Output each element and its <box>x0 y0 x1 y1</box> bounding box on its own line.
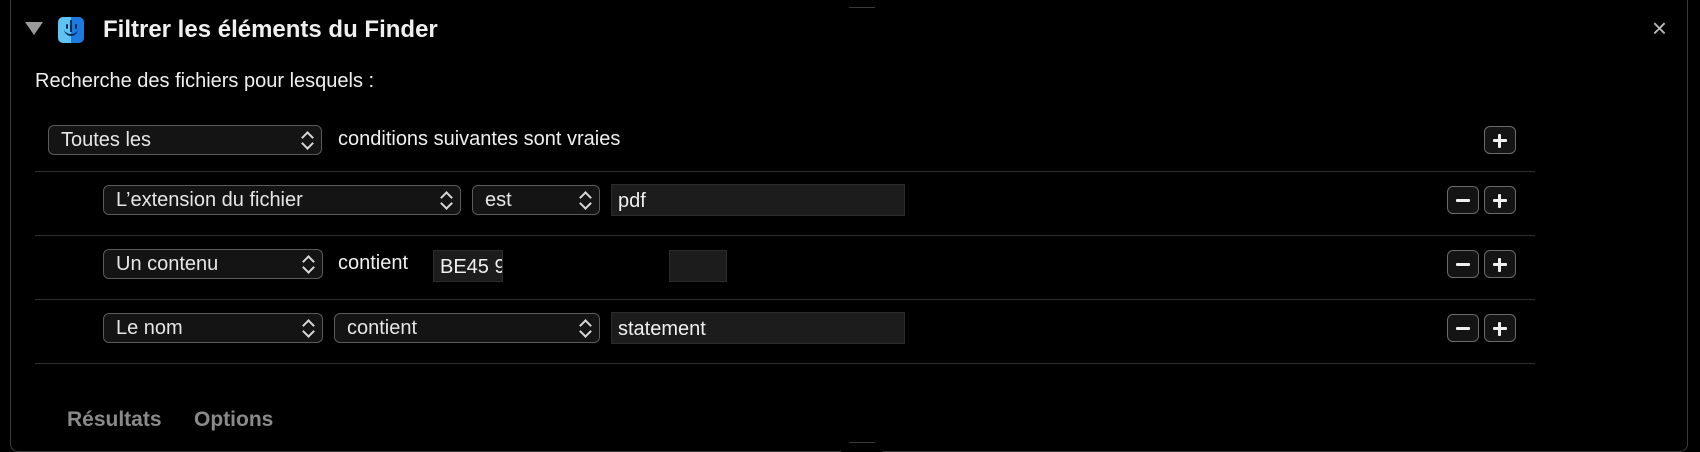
operator-value: est <box>485 189 512 211</box>
quantifier-value: Toutes les <box>61 129 152 151</box>
tab-options[interactable]: Options <box>194 408 273 432</box>
attribute-value: Le nom <box>116 317 183 339</box>
add-condition-button[interactable] <box>1484 186 1516 214</box>
operator-value: contient <box>347 317 418 339</box>
chevron-updown-icon <box>440 191 452 209</box>
match-suffix: conditions suivantes sont vraies <box>338 128 621 150</box>
close-icon[interactable]: × <box>1652 15 1667 41</box>
condition-value-field[interactable]: pdf <box>611 184 905 216</box>
condition-row: Un contenu contient BE45 9 <box>35 236 1535 300</box>
search-description: Recherche des fichiers pour lesquels : <box>35 70 375 92</box>
action-panel: Filtrer les éléments du Finder × Recherc… <box>10 0 1688 452</box>
operator-label: contient <box>338 252 409 274</box>
attribute-popup[interactable]: L’extension du fichier <box>103 185 461 215</box>
condition-value-field[interactable]: BE45 9 <box>433 250 503 282</box>
operator-popup[interactable]: est <box>472 185 600 215</box>
condition-value-field[interactable]: statement <box>611 312 905 344</box>
chevron-updown-icon <box>302 319 314 337</box>
disclosure-triangle-icon[interactable] <box>25 22 43 35</box>
chevron-updown-icon <box>579 191 591 209</box>
operator-popup[interactable]: contient <box>334 313 600 343</box>
condition-value-field-secondary[interactable] <box>669 250 727 282</box>
attribute-value: Un contenu <box>116 253 219 275</box>
add-condition-button[interactable] <box>1484 314 1516 342</box>
attribute-value: L’extension du fichier <box>116 189 303 211</box>
finder-icon <box>58 17 84 43</box>
add-condition-button[interactable] <box>1484 250 1516 278</box>
add-condition-button[interactable] <box>1484 126 1516 154</box>
chevron-updown-icon <box>579 319 591 337</box>
panel-connector-bottom <box>841 442 883 452</box>
attribute-popup[interactable]: Un contenu <box>103 249 323 279</box>
condition-row: Le nom contient statement <box>35 300 1535 364</box>
action-header: Filtrer les éléments du Finder × <box>11 0 1687 60</box>
chevron-updown-icon <box>301 131 313 149</box>
chevron-updown-icon <box>302 255 314 273</box>
attribute-popup[interactable]: Le nom <box>103 313 323 343</box>
tab-resultats[interactable]: Résultats <box>67 408 162 432</box>
remove-condition-button[interactable] <box>1447 186 1479 214</box>
remove-condition-button[interactable] <box>1447 314 1479 342</box>
match-row: Toutes les conditions suivantes sont vra… <box>35 108 1535 172</box>
condition-row: L’extension du fichier est pdf <box>35 172 1535 236</box>
quantifier-popup[interactable]: Toutes les <box>48 125 322 155</box>
action-title: Filtrer les éléments du Finder <box>103 16 438 43</box>
remove-condition-button[interactable] <box>1447 250 1479 278</box>
